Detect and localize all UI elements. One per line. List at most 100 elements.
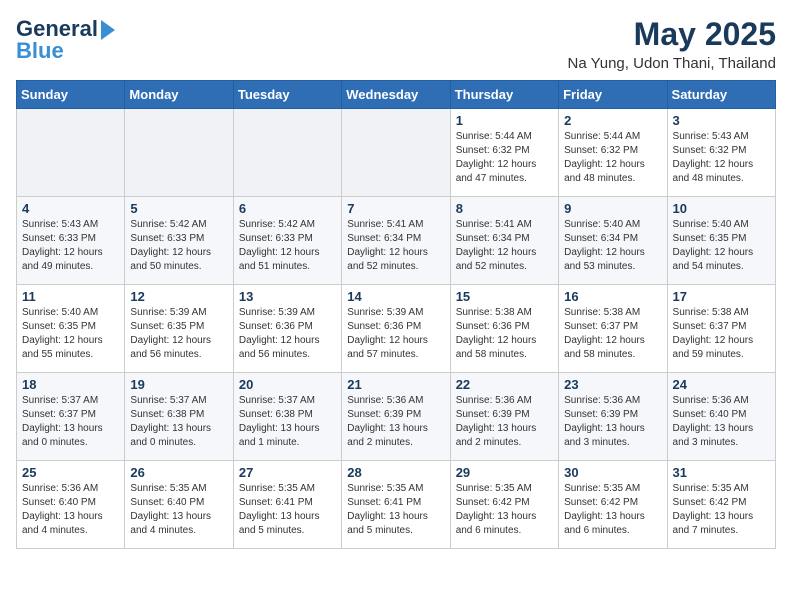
weekday-saturday: Saturday — [667, 81, 775, 109]
day-cell: 21 Sunrise: 5:36 AMSunset: 6:39 PMDayligh… — [342, 373, 450, 461]
weekday-wednesday: Wednesday — [342, 81, 450, 109]
day-info: Sunrise: 5:36 AMSunset: 6:39 PMDaylight:… — [347, 394, 444, 450]
day-info: Sunrise: 5:35 AMSunset: 6:42 PMDaylight:… — [456, 482, 553, 538]
day-cell: 15 Sunrise: 5:38 AMSunset: 6:36 PMDayligh… — [450, 285, 558, 373]
day-cell — [342, 109, 450, 197]
day-cell: 30 Sunrise: 5:35 AMSunset: 6:42 PMDayligh… — [559, 461, 667, 549]
day-number: 21 — [347, 377, 444, 392]
day-number: 22 — [456, 377, 553, 392]
logo: General Blue — [16, 16, 115, 64]
day-cell: 10Sunrise: 5:40 AMSunset: 6:35 PMDayligh… — [667, 197, 775, 285]
day-number: 23 — [564, 377, 661, 392]
day-cell: 20 Sunrise: 5:37 AMSunset: 6:38 PMDayligh… — [233, 373, 341, 461]
day-cell: 16Sunrise: 5:38 AMSunset: 6:37 PMDayligh… — [559, 285, 667, 373]
day-cell: 6Sunrise: 5:42 AMSunset: 6:33 PMDaylight… — [233, 197, 341, 285]
day-number: 16 — [564, 289, 661, 304]
day-cell: 19 Sunrise: 5:37 AMSunset: 6:38 PMDayligh… — [125, 373, 233, 461]
day-cell — [125, 109, 233, 197]
day-info: Sunrise: 5:35 AMSunset: 6:42 PMDaylight:… — [564, 482, 661, 538]
day-cell: 23 Sunrise: 5:36 AMSunset: 6:39 PMDayligh… — [559, 373, 667, 461]
day-info: Sunrise: 5:39 AMSunset: 6:35 PMDaylight:… — [130, 306, 227, 362]
day-cell: 7Sunrise: 5:41 AMSunset: 6:34 PMDaylight… — [342, 197, 450, 285]
logo-blue: Blue — [16, 38, 64, 64]
day-number: 4 — [22, 201, 119, 216]
weekday-monday: Monday — [125, 81, 233, 109]
day-number: 1 — [456, 113, 553, 128]
day-info: Sunrise: 5:35 AMSunset: 6:41 PMDaylight:… — [239, 482, 336, 538]
day-number: 31 — [673, 465, 770, 480]
day-info: Sunrise: 5:35 AMSunset: 6:41 PMDaylight:… — [347, 482, 444, 538]
day-info: Sunrise: 5:37 AMSunset: 6:37 PMDaylight:… — [22, 394, 119, 450]
day-number: 3 — [673, 113, 770, 128]
month-title: May 2025 — [568, 16, 777, 53]
weekday-friday: Friday — [559, 81, 667, 109]
day-number: 10 — [673, 201, 770, 216]
day-cell: 3 Sunrise: 5:43 AMSunset: 6:32 PMDaylight… — [667, 109, 775, 197]
week-row-2: 4 Sunrise: 5:43 AMSunset: 6:33 PMDaylight… — [17, 197, 776, 285]
day-info: Sunrise: 5:43 AMSunset: 6:32 PMDaylight:… — [673, 130, 770, 186]
weekday-sunday: Sunday — [17, 81, 125, 109]
day-info: Sunrise: 5:36 AMSunset: 6:40 PMDaylight:… — [22, 482, 119, 538]
day-number: 8 — [456, 201, 553, 216]
day-cell: 24 Sunrise: 5:36 AMSunset: 6:40 PMDayligh… — [667, 373, 775, 461]
day-number: 29 — [456, 465, 553, 480]
day-cell: 9 Sunrise: 5:40 AMSunset: 6:34 PMDaylight… — [559, 197, 667, 285]
day-info: Sunrise: 5:39 AMSunset: 6:36 PMDaylight:… — [347, 306, 444, 362]
day-cell: 1 Sunrise: 5:44 AMSunset: 6:32 PMDaylight… — [450, 109, 558, 197]
day-info: Sunrise: 5:37 AMSunset: 6:38 PMDaylight:… — [130, 394, 227, 450]
day-number: 19 — [130, 377, 227, 392]
day-info: Sunrise: 5:41 AMSunset: 6:34 PMDaylight:… — [456, 218, 553, 274]
calendar-table: SundayMondayTuesdayWednesdayThursdayFrid… — [16, 80, 776, 549]
day-info: Sunrise: 5:43 AMSunset: 6:33 PMDaylight:… — [22, 218, 119, 274]
week-row-4: 18 Sunrise: 5:37 AMSunset: 6:37 PMDayligh… — [17, 373, 776, 461]
day-info: Sunrise: 5:44 AMSunset: 6:32 PMDaylight:… — [564, 130, 661, 186]
day-number: 24 — [673, 377, 770, 392]
weekday-tuesday: Tuesday — [233, 81, 341, 109]
day-info: Sunrise: 5:42 AMSunset: 6:33 PMDaylight:… — [130, 218, 227, 274]
day-number: 9 — [564, 201, 661, 216]
day-number: 25 — [22, 465, 119, 480]
week-row-3: 11 Sunrise: 5:40 AMSunset: 6:35 PMDayligh… — [17, 285, 776, 373]
day-number: 12 — [130, 289, 227, 304]
day-info: Sunrise: 5:36 AMSunset: 6:39 PMDaylight:… — [564, 394, 661, 450]
day-info: Sunrise: 5:39 AMSunset: 6:36 PMDaylight:… — [239, 306, 336, 362]
day-number: 11 — [22, 289, 119, 304]
day-cell: 22 Sunrise: 5:36 AMSunset: 6:39 PMDayligh… — [450, 373, 558, 461]
day-info: Sunrise: 5:38 AMSunset: 6:36 PMDaylight:… — [456, 306, 553, 362]
day-cell: 31 Sunrise: 5:35 AMSunset: 6:42 PMDayligh… — [667, 461, 775, 549]
day-info: Sunrise: 5:44 AMSunset: 6:32 PMDaylight:… — [456, 130, 553, 186]
day-number: 5 — [130, 201, 227, 216]
day-number: 28 — [347, 465, 444, 480]
weekday-thursday: Thursday — [450, 81, 558, 109]
day-cell: 26 Sunrise: 5:35 AMSunset: 6:40 PMDayligh… — [125, 461, 233, 549]
day-number: 30 — [564, 465, 661, 480]
day-info: Sunrise: 5:40 AMSunset: 6:35 PMDaylight:… — [22, 306, 119, 362]
day-number: 26 — [130, 465, 227, 480]
day-info: Sunrise: 5:38 AMSunset: 6:37 PMDaylight:… — [673, 306, 770, 362]
day-number: 20 — [239, 377, 336, 392]
day-info: Sunrise: 5:36 AMSunset: 6:39 PMDaylight:… — [456, 394, 553, 450]
day-cell: 17Sunrise: 5:38 AMSunset: 6:37 PMDayligh… — [667, 285, 775, 373]
day-number: 27 — [239, 465, 336, 480]
day-cell: 13Sunrise: 5:39 AMSunset: 6:36 PMDayligh… — [233, 285, 341, 373]
day-cell: 14 Sunrise: 5:39 AMSunset: 6:36 PMDayligh… — [342, 285, 450, 373]
week-row-5: 25 Sunrise: 5:36 AMSunset: 6:40 PMDayligh… — [17, 461, 776, 549]
day-number: 15 — [456, 289, 553, 304]
weekday-header-row: SundayMondayTuesdayWednesdayThursdayFrid… — [17, 81, 776, 109]
day-info: Sunrise: 5:35 AMSunset: 6:42 PMDaylight:… — [673, 482, 770, 538]
day-number: 14 — [347, 289, 444, 304]
title-block: May 2025 Na Yung, Udon Thani, Thailand — [568, 16, 777, 72]
day-number: 18 — [22, 377, 119, 392]
logo-arrow-icon — [101, 20, 115, 40]
day-cell: 2Sunrise: 5:44 AMSunset: 6:32 PMDaylight… — [559, 109, 667, 197]
day-info: Sunrise: 5:41 AMSunset: 6:34 PMDaylight:… — [347, 218, 444, 274]
day-info: Sunrise: 5:37 AMSunset: 6:38 PMDaylight:… — [239, 394, 336, 450]
day-cell: 28 Sunrise: 5:35 AMSunset: 6:41 PMDayligh… — [342, 461, 450, 549]
day-info: Sunrise: 5:40 AMSunset: 6:34 PMDaylight:… — [564, 218, 661, 274]
day-info: Sunrise: 5:35 AMSunset: 6:40 PMDaylight:… — [130, 482, 227, 538]
day-info: Sunrise: 5:36 AMSunset: 6:40 PMDaylight:… — [673, 394, 770, 450]
day-cell: 5 Sunrise: 5:42 AMSunset: 6:33 PMDaylight… — [125, 197, 233, 285]
day-cell: 12 Sunrise: 5:39 AMSunset: 6:35 PMDayligh… — [125, 285, 233, 373]
day-cell: 27 Sunrise: 5:35 AMSunset: 6:41 PMDayligh… — [233, 461, 341, 549]
day-cell: 29 Sunrise: 5:35 AMSunset: 6:42 PMDayligh… — [450, 461, 558, 549]
